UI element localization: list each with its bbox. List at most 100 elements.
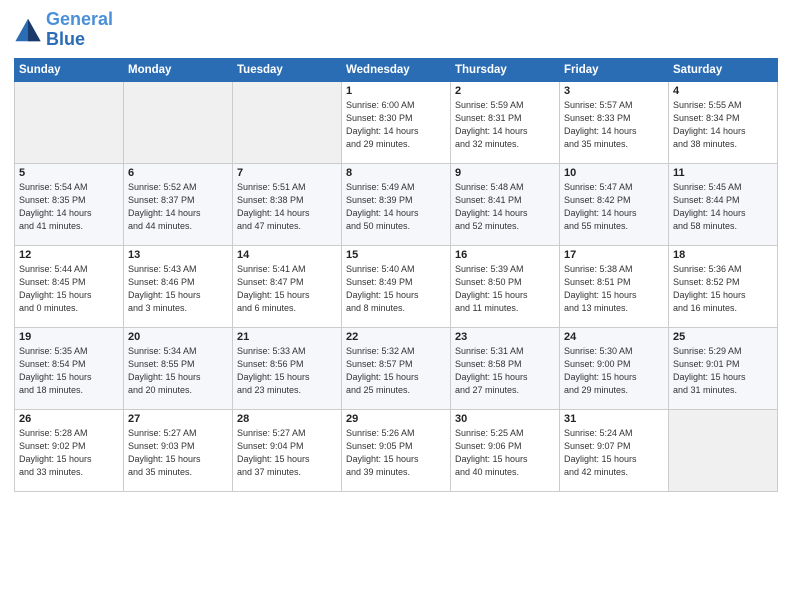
weekday-header: Saturday [669, 58, 778, 81]
day-info: Sunrise: 5:29 AM Sunset: 9:01 PM Dayligh… [673, 345, 773, 397]
calendar-cell: 8 Sunrise: 5:49 AM Sunset: 8:39 PM Daylig… [342, 163, 451, 245]
calendar-cell: 25 Sunrise: 5:29 AM Sunset: 9:01 PM Dayli… [669, 327, 778, 409]
calendar-cell: 5Sunrise: 5:54 AM Sunset: 8:35 PM Daylig… [15, 163, 124, 245]
logo-text: GeneralBlue [46, 10, 113, 50]
day-info: Sunrise: 5:47 AM Sunset: 8:42 PM Dayligh… [564, 181, 664, 233]
day-number: 1 [346, 85, 446, 97]
day-number: 31 [564, 413, 664, 425]
day-number: 22 [346, 331, 446, 343]
calendar-cell: 7 Sunrise: 5:51 AM Sunset: 8:38 PM Daylig… [233, 163, 342, 245]
calendar-week-row: 19 Sunrise: 5:35 AM Sunset: 8:54 PM Dayli… [15, 327, 778, 409]
calendar-cell: 19 Sunrise: 5:35 AM Sunset: 8:54 PM Dayli… [15, 327, 124, 409]
day-number: 15 [346, 249, 446, 261]
day-info: Sunrise: 5:34 AM Sunset: 8:55 PM Dayligh… [128, 345, 228, 397]
logo-icon [14, 16, 42, 44]
day-number: 16 [455, 249, 555, 261]
day-info: Sunrise: 5:55 AM Sunset: 8:34 PM Dayligh… [673, 99, 773, 151]
calendar-cell: 17 Sunrise: 5:38 AM Sunset: 8:51 PM Dayli… [560, 245, 669, 327]
calendar-cell: 10 Sunrise: 5:47 AM Sunset: 8:42 PM Dayli… [560, 163, 669, 245]
calendar-cell: 1 Sunrise: 6:00 AM Sunset: 8:30 PM Daylig… [342, 81, 451, 163]
weekday-header: Friday [560, 58, 669, 81]
day-info: Sunrise: 5:57 AM Sunset: 8:33 PM Dayligh… [564, 99, 664, 151]
day-number: 24 [564, 331, 664, 343]
day-info: Sunrise: 5:59 AM Sunset: 8:31 PM Dayligh… [455, 99, 555, 151]
day-info: Sunrise: 5:41 AM Sunset: 8:47 PM Dayligh… [237, 263, 337, 315]
calendar-cell [669, 409, 778, 491]
day-info: Sunrise: 5:27 AM Sunset: 9:03 PM Dayligh… [128, 427, 228, 479]
day-info: Sunrise: 5:49 AM Sunset: 8:39 PM Dayligh… [346, 181, 446, 233]
calendar-header-row: SundayMondayTuesdayWednesdayThursdayFrid… [15, 58, 778, 81]
calendar-cell: 2 Sunrise: 5:59 AM Sunset: 8:31 PM Daylig… [451, 81, 560, 163]
calendar-week-row: 5Sunrise: 5:54 AM Sunset: 8:35 PM Daylig… [15, 163, 778, 245]
weekday-header: Monday [124, 58, 233, 81]
calendar-cell: 3Sunrise: 5:57 AM Sunset: 8:33 PM Daylig… [560, 81, 669, 163]
day-number: 11 [673, 167, 773, 179]
day-number: 19 [19, 331, 119, 343]
calendar-cell: 22 Sunrise: 5:32 AM Sunset: 8:57 PM Dayli… [342, 327, 451, 409]
calendar-week-row: 26Sunrise: 5:28 AM Sunset: 9:02 PM Dayli… [15, 409, 778, 491]
calendar-cell: 23Sunrise: 5:31 AM Sunset: 8:58 PM Dayli… [451, 327, 560, 409]
logo: GeneralBlue [14, 10, 113, 50]
day-number: 6 [128, 167, 228, 179]
day-info: Sunrise: 6:00 AM Sunset: 8:30 PM Dayligh… [346, 99, 446, 151]
calendar-cell: 28 Sunrise: 5:27 AM Sunset: 9:04 PM Dayli… [233, 409, 342, 491]
day-info: Sunrise: 5:38 AM Sunset: 8:51 PM Dayligh… [564, 263, 664, 315]
calendar-cell [124, 81, 233, 163]
day-number: 12 [19, 249, 119, 261]
day-number: 25 [673, 331, 773, 343]
calendar-cell: 4 Sunrise: 5:55 AM Sunset: 8:34 PM Daylig… [669, 81, 778, 163]
calendar-cell: 18Sunrise: 5:36 AM Sunset: 8:52 PM Dayli… [669, 245, 778, 327]
day-info: Sunrise: 5:27 AM Sunset: 9:04 PM Dayligh… [237, 427, 337, 479]
day-number: 30 [455, 413, 555, 425]
day-number: 21 [237, 331, 337, 343]
calendar-cell: 12 Sunrise: 5:44 AM Sunset: 8:45 PM Dayli… [15, 245, 124, 327]
calendar-cell [15, 81, 124, 163]
day-info: Sunrise: 5:51 AM Sunset: 8:38 PM Dayligh… [237, 181, 337, 233]
day-info: Sunrise: 5:43 AM Sunset: 8:46 PM Dayligh… [128, 263, 228, 315]
calendar-cell: 24 Sunrise: 5:30 AM Sunset: 9:00 PM Dayli… [560, 327, 669, 409]
day-number: 27 [128, 413, 228, 425]
page-container: GeneralBlue SundayMondayTuesdayWednesday… [0, 0, 792, 502]
weekday-header: Tuesday [233, 58, 342, 81]
calendar-cell [233, 81, 342, 163]
day-info: Sunrise: 5:26 AM Sunset: 9:05 PM Dayligh… [346, 427, 446, 479]
weekday-header: Sunday [15, 58, 124, 81]
day-number: 8 [346, 167, 446, 179]
day-info: Sunrise: 5:32 AM Sunset: 8:57 PM Dayligh… [346, 345, 446, 397]
day-number: 17 [564, 249, 664, 261]
day-number: 14 [237, 249, 337, 261]
calendar-body: 1 Sunrise: 6:00 AM Sunset: 8:30 PM Daylig… [15, 81, 778, 491]
calendar-cell: 6Sunrise: 5:52 AM Sunset: 8:37 PM Daylig… [124, 163, 233, 245]
calendar-cell: 13Sunrise: 5:43 AM Sunset: 8:46 PM Dayli… [124, 245, 233, 327]
day-info: Sunrise: 5:40 AM Sunset: 8:49 PM Dayligh… [346, 263, 446, 315]
calendar-cell: 31Sunrise: 5:24 AM Sunset: 9:07 PM Dayli… [560, 409, 669, 491]
day-number: 29 [346, 413, 446, 425]
calendar-cell: 26Sunrise: 5:28 AM Sunset: 9:02 PM Dayli… [15, 409, 124, 491]
day-info: Sunrise: 5:30 AM Sunset: 9:00 PM Dayligh… [564, 345, 664, 397]
calendar-cell: 15 Sunrise: 5:40 AM Sunset: 8:49 PM Dayli… [342, 245, 451, 327]
weekday-header: Wednesday [342, 58, 451, 81]
day-info: Sunrise: 5:44 AM Sunset: 8:45 PM Dayligh… [19, 263, 119, 315]
day-info: Sunrise: 5:25 AM Sunset: 9:06 PM Dayligh… [455, 427, 555, 479]
calendar-cell: 14 Sunrise: 5:41 AM Sunset: 8:47 PM Dayli… [233, 245, 342, 327]
day-number: 7 [237, 167, 337, 179]
calendar-cell: 11Sunrise: 5:45 AM Sunset: 8:44 PM Dayli… [669, 163, 778, 245]
calendar-week-row: 12 Sunrise: 5:44 AM Sunset: 8:45 PM Dayli… [15, 245, 778, 327]
day-number: 5 [19, 167, 119, 179]
weekday-header: Thursday [451, 58, 560, 81]
header: GeneralBlue [14, 10, 778, 50]
day-info: Sunrise: 5:35 AM Sunset: 8:54 PM Dayligh… [19, 345, 119, 397]
day-info: Sunrise: 5:48 AM Sunset: 8:41 PM Dayligh… [455, 181, 555, 233]
day-number: 2 [455, 85, 555, 97]
day-info: Sunrise: 5:36 AM Sunset: 8:52 PM Dayligh… [673, 263, 773, 315]
day-number: 4 [673, 85, 773, 97]
day-number: 20 [128, 331, 228, 343]
day-number: 23 [455, 331, 555, 343]
day-number: 9 [455, 167, 555, 179]
day-number: 28 [237, 413, 337, 425]
day-number: 10 [564, 167, 664, 179]
calendar-cell: 30 Sunrise: 5:25 AM Sunset: 9:06 PM Dayli… [451, 409, 560, 491]
calendar-cell: 20 Sunrise: 5:34 AM Sunset: 8:55 PM Dayli… [124, 327, 233, 409]
day-number: 26 [19, 413, 119, 425]
calendar-week-row: 1 Sunrise: 6:00 AM Sunset: 8:30 PM Daylig… [15, 81, 778, 163]
